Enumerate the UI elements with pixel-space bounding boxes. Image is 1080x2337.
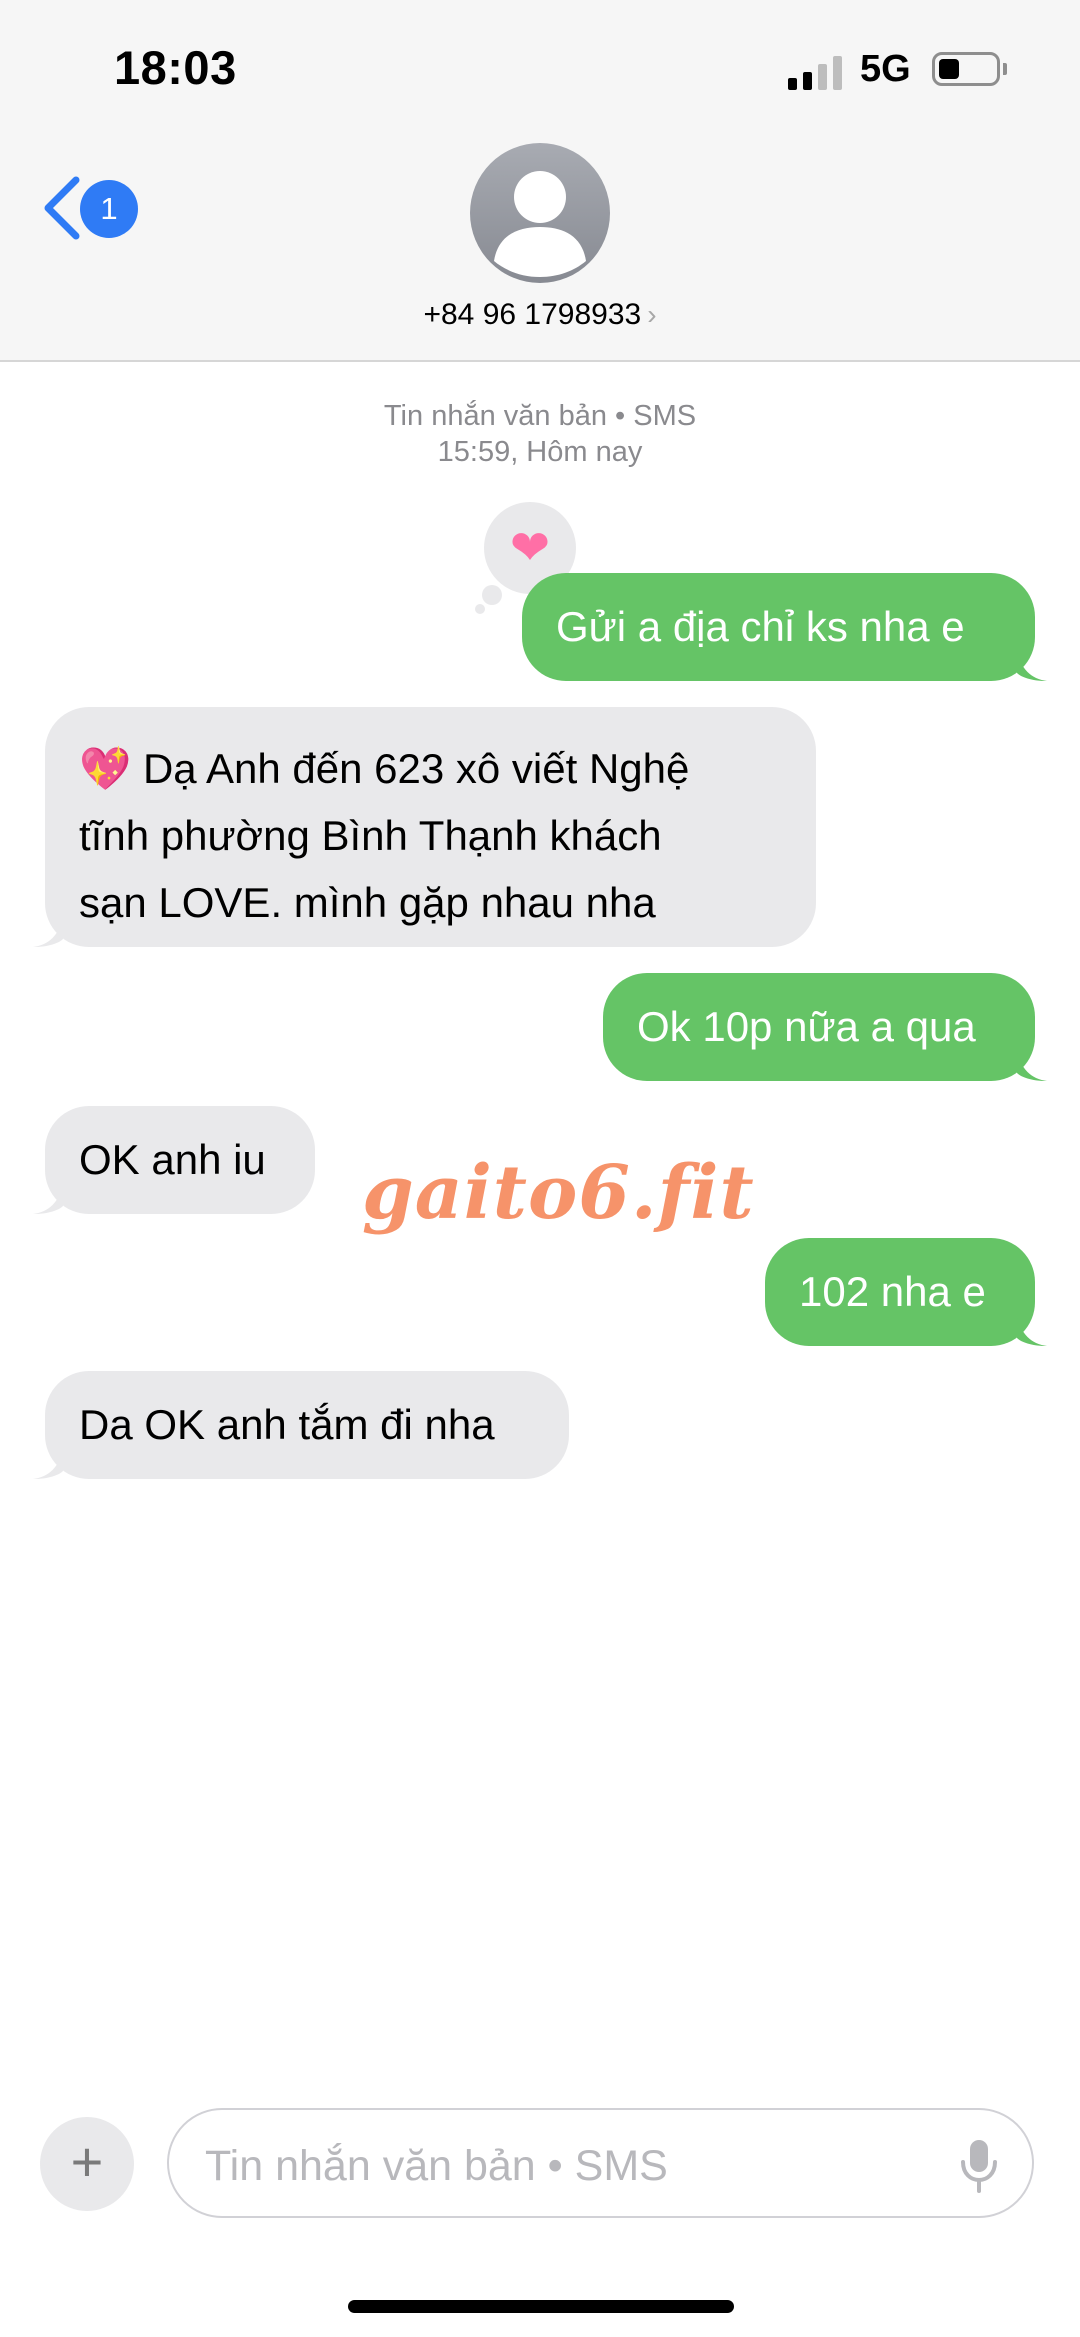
battery-icon: [932, 52, 1000, 86]
bubble-tail: [33, 1449, 63, 1479]
unread-badge: 1: [80, 180, 138, 238]
message-text-line: sạn LOVE. mình gặp nhau nha: [79, 879, 656, 926]
battery-cap: [1003, 63, 1007, 75]
message-input[interactable]: [203, 2130, 907, 2202]
message-text: Gửi a địa chỉ ks nha e: [556, 603, 965, 650]
message-bubble-outgoing[interactable]: 102 nha e: [765, 1238, 1047, 1346]
bubble-tail: [1017, 651, 1047, 681]
heart-icon: ❤: [509, 522, 551, 575]
message-text-line: 💖 Dạ Anh đến 623 xô viết Nghệ: [79, 745, 690, 792]
home-indicator[interactable]: [348, 2300, 734, 2313]
status-time: 18:03: [114, 41, 237, 94]
message-bubble-outgoing[interactable]: Ok 10p nữa a qua: [603, 973, 1047, 1081]
timestamp-label: 15:59, Hôm nay: [437, 436, 643, 468]
contact-name[interactable]: +84 96 1798933 ›: [0, 298, 1080, 332]
bubble-tail: [1017, 1316, 1047, 1346]
message-text: Ok 10p nữa a qua: [637, 1003, 976, 1050]
microphone-icon[interactable]: [959, 2138, 999, 2194]
tapback-tail: [482, 585, 502, 605]
message-bubble-outgoing[interactable]: Gửi a địa chỉ ks nha e: [522, 573, 1047, 681]
conversation-header: 18:03 5G 1 +84 96 1798933 ›: [0, 0, 1080, 362]
message-text: Da OK anh tắm đi nha: [79, 1401, 495, 1448]
signal-icon: [788, 54, 846, 90]
message-text: OK anh iu: [79, 1136, 266, 1183]
plus-button[interactable]: +: [40, 2117, 134, 2211]
message-text: 102 nha e: [799, 1268, 986, 1315]
contact-avatar-icon[interactable]: [470, 143, 610, 283]
watermark-text: gaito6.fit: [362, 1150, 755, 1236]
tapback-tail-small: [475, 604, 485, 614]
message-text-line: tĩnh phường Bình Thạnh khách: [79, 812, 662, 859]
bubble-tail: [1017, 1051, 1047, 1081]
chevron-right-icon: ›: [647, 299, 657, 330]
message-bubble-incoming[interactable]: Da OK anh tắm đi nha: [33, 1371, 569, 1479]
bubble-tail: [33, 917, 63, 947]
network-type: 5G: [860, 48, 911, 90]
plus-icon: +: [70, 2130, 104, 2193]
contact-number: +84 96 1798933: [423, 298, 642, 331]
back-button[interactable]: 1: [42, 172, 142, 242]
back-chevron-icon: [44, 176, 80, 240]
message-bubble-incoming[interactable]: OK anh iu: [33, 1106, 315, 1214]
message-bubble-incoming[interactable]: 💖 Dạ Anh đến 623 xô viết Nghệ tĩnh phườn…: [33, 707, 816, 947]
service-label: Tin nhắn văn bản • SMS: [383, 400, 697, 432]
message-composer[interactable]: [167, 2108, 1034, 2218]
bubble-tail: [33, 1184, 63, 1214]
